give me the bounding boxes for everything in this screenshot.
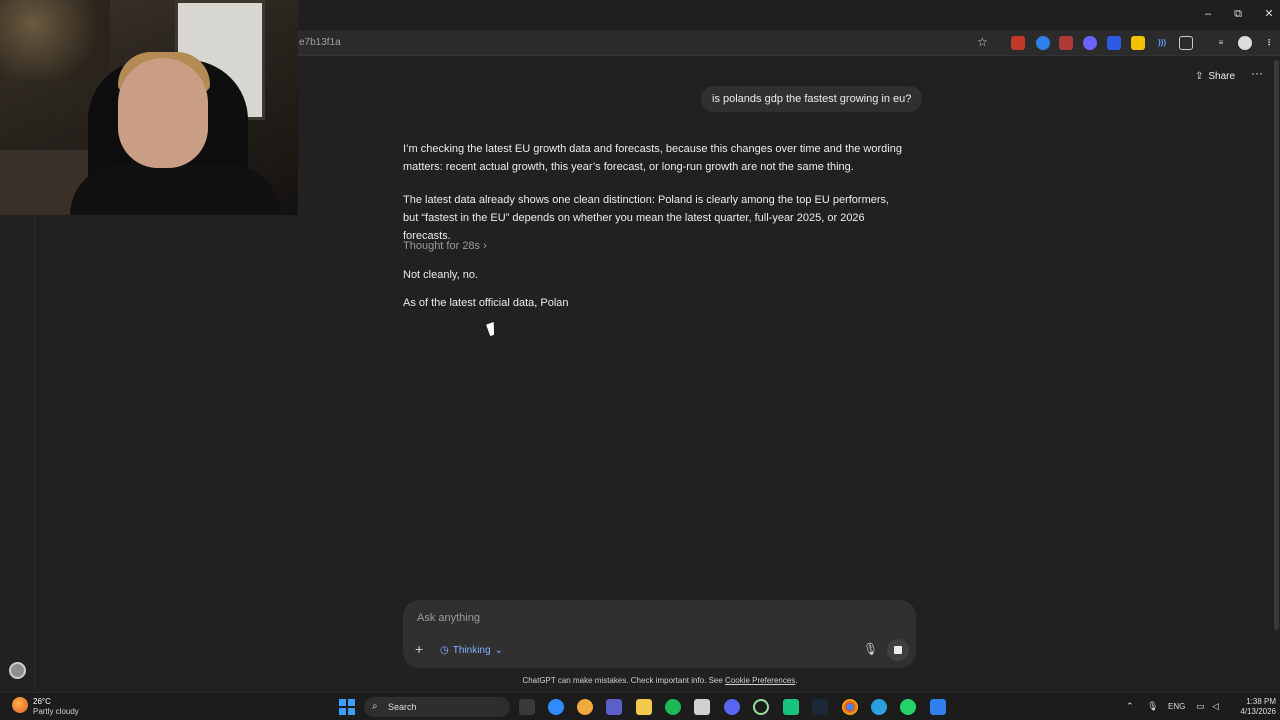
close-window-button[interactable]: ✕ [1261, 6, 1277, 22]
app-icon[interactable] [753, 699, 769, 715]
tray-clock-time[interactable]: 1:38 PM [1236, 697, 1276, 706]
assistant-answer-line: As of the latest official data, Polan [403, 297, 569, 309]
chevron-down-icon: ⌄ [494, 644, 503, 656]
mouse-cursor-icon [486, 321, 498, 337]
steam-app-icon[interactable] [812, 699, 828, 715]
profile-avatar-icon[interactable] [1238, 36, 1252, 50]
taskbar-search[interactable]: ⌕ Search [364, 697, 510, 717]
chrome-app-icon[interactable] [842, 699, 858, 715]
app-icon[interactable] [930, 699, 946, 715]
zoom-app-icon[interactable] [548, 699, 564, 715]
teams-app-icon[interactable] [606, 699, 622, 715]
extension-icon[interactable]: ))) [1155, 36, 1169, 50]
taskbar-search-label: Search [388, 702, 417, 712]
tray-clock-date[interactable]: 4/13/2026 [1230, 707, 1276, 716]
telegram-app-icon[interactable] [871, 699, 887, 715]
extension-icon[interactable] [1036, 36, 1050, 50]
user-message-bubble: is polands gdp the fastest growing in eu… [701, 86, 923, 112]
tray-microphone-icon[interactable]: 🎙 [1147, 701, 1158, 712]
share-button[interactable]: ⇪ Share [1195, 68, 1235, 84]
extension-icon[interactable] [1011, 36, 1025, 50]
share-label: Share [1208, 70, 1236, 82]
extension-icon[interactable] [1083, 36, 1097, 50]
tray-language[interactable]: ENG [1168, 702, 1185, 711]
extension-icon[interactable] [1107, 36, 1121, 50]
thinking-label: Thinking [452, 644, 491, 656]
tab-search-icon[interactable]: ≡ [1214, 36, 1228, 50]
extension-icon[interactable] [1059, 36, 1073, 50]
tray-network-icon[interactable]: ▭ [1196, 701, 1205, 712]
disclaimer-text: ChatGPT can make mistakes. Check importa… [522, 676, 726, 685]
bookmark-star-icon[interactable]: ☆ [977, 35, 988, 49]
sidebar-divider [34, 215, 35, 690]
notes-app-icon[interactable] [694, 699, 710, 715]
discord-app-icon[interactable] [724, 699, 740, 715]
weather-temperature: 26°C [33, 697, 51, 706]
start-button[interactable] [339, 699, 355, 715]
add-attachment-button[interactable]: + [415, 642, 423, 656]
extension-icon[interactable] [1131, 36, 1145, 50]
weather-description: Partly cloudy [33, 707, 79, 716]
copilot-app-icon[interactable] [577, 699, 593, 715]
disclaimer-end: . [795, 676, 798, 685]
stop-icon [894, 646, 902, 654]
task-view-icon[interactable] [519, 699, 535, 715]
stop-generating-button[interactable] [887, 639, 909, 661]
thinking-icon: ◷ [440, 644, 449, 656]
restore-button[interactable]: ⧉ [1230, 6, 1246, 22]
address-bar-url[interactable]: e7b13f1a [299, 37, 341, 48]
more-options-button[interactable]: ··· [1251, 66, 1263, 80]
extensions-puzzle-icon[interactable] [1179, 36, 1193, 50]
cookie-preferences-link[interactable]: Cookie Preferences [725, 676, 795, 685]
assistant-paragraph: I’m checking the latest EU growth data a… [403, 143, 902, 173]
thought-toggle[interactable]: Thought for 28s › [403, 240, 487, 252]
scrollbar[interactable] [1274, 60, 1279, 630]
whatsapp-app-icon[interactable] [900, 699, 916, 715]
message-composer: + ◷ Thinking ⌄ 🎙 [403, 600, 916, 668]
prompt-input[interactable] [417, 612, 837, 624]
search-icon: ⌕ [372, 701, 378, 712]
tray-volume-icon[interactable]: ◁ [1212, 701, 1219, 712]
assistant-answer-line: Not cleanly, no. [403, 269, 479, 281]
thinking-mode-button[interactable]: ◷ Thinking ⌄ [440, 642, 503, 658]
chrome-menu-icon[interactable]: ⋮ [1262, 36, 1276, 50]
microphone-icon[interactable]: 🎙 [863, 642, 878, 656]
weather-icon[interactable] [12, 697, 28, 713]
assistant-paragraph: The latest data already shows one clean … [403, 194, 890, 242]
spotify-app-icon[interactable] [665, 699, 681, 715]
webcam-overlay [0, 0, 298, 215]
minimize-button[interactable]: – [1200, 6, 1216, 22]
file-explorer-icon[interactable] [636, 699, 652, 715]
share-icon: ⇪ [1195, 70, 1204, 82]
disclaimer: ChatGPT can make mistakes. Check importa… [0, 676, 1280, 685]
chatgpt-app-icon[interactable] [783, 699, 799, 715]
tray-chevron-up-icon[interactable]: ⌃ [1126, 701, 1134, 712]
